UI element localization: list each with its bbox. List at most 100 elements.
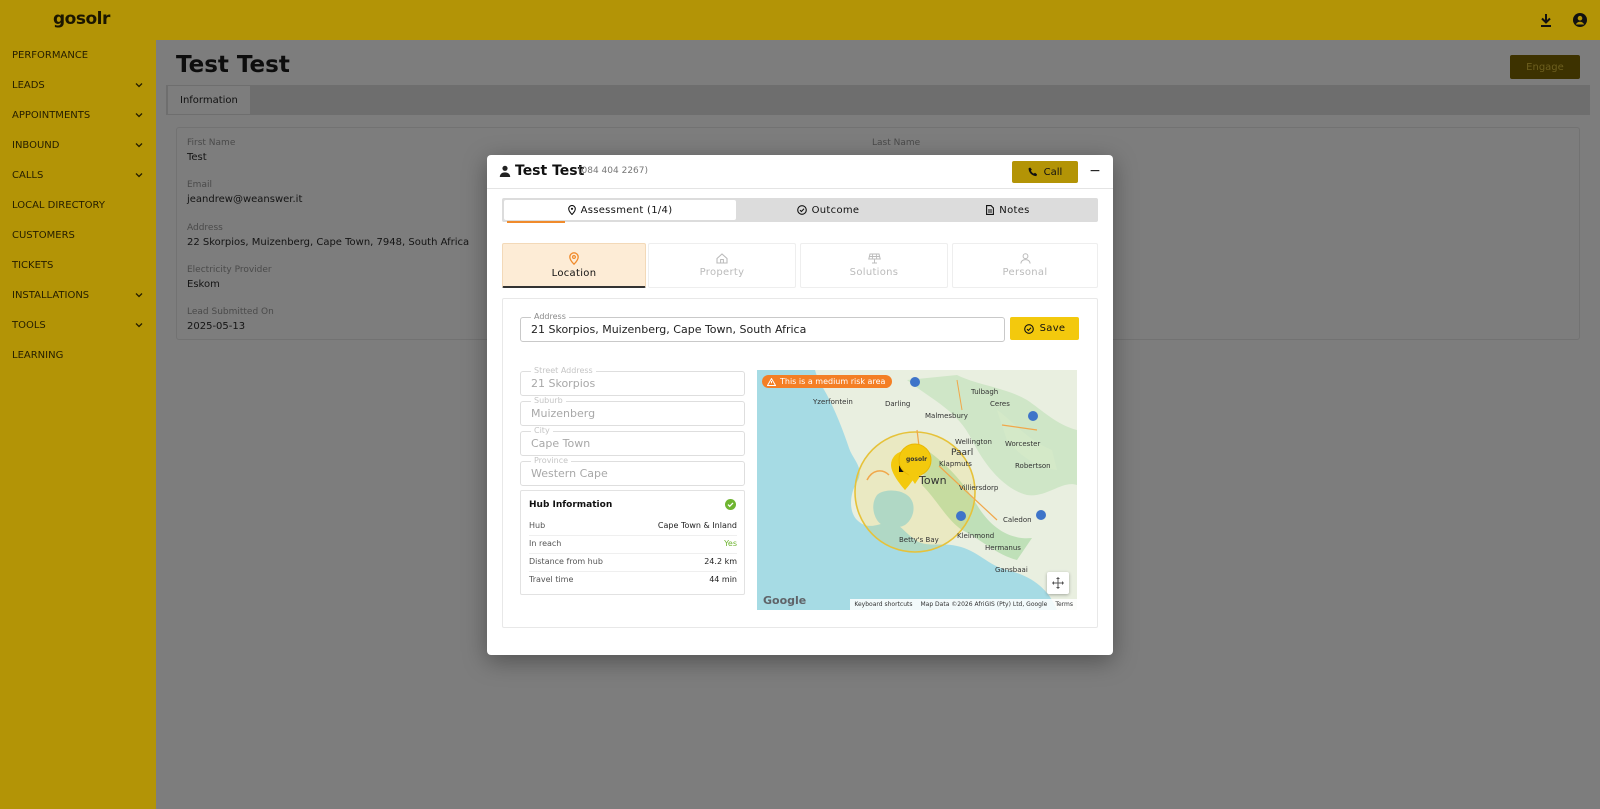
top-bar: gosolr <box>0 0 1600 40</box>
sidebar-item-installations[interactable]: INSTALLATIONS <box>0 280 156 310</box>
chevron-down-icon <box>135 293 143 298</box>
map-attribution: Keyboard shortcuts Map Data ©2026 AfriGI… <box>850 599 1077 610</box>
sidebar-item-label: INSTALLATIONS <box>12 289 90 301</box>
sidebar-item-performance[interactable]: PERFORMANCE <box>0 40 156 70</box>
map-place-label: Malmesbury <box>925 412 968 420</box>
map-place-label: Wellington <box>955 438 992 446</box>
medium-risk-badge: This is a medium risk area <box>762 375 893 388</box>
tab-assessment[interactable]: Assessment (1/4) <box>504 200 736 223</box>
map-place-label: Caledon <box>1003 516 1032 524</box>
tab-information[interactable]: Information <box>168 86 250 114</box>
sidebar-item-inbound[interactable]: INBOUND <box>0 130 156 160</box>
hub-row-hub: Hub Cape Town & Inland <box>529 521 737 536</box>
street-address-label: Street Address <box>531 366 596 375</box>
address-input[interactable]: Address 21 Skorpios, Muizenberg, Cape To… <box>520 312 1005 342</box>
sidebar-item-calls[interactable]: CALLS <box>0 160 156 190</box>
google-logo: Google <box>763 594 807 607</box>
phone-icon <box>1028 167 1037 177</box>
map-place-label: Paarl <box>951 448 974 458</box>
submitted-value: 2025-05-13 <box>187 321 246 332</box>
map-place-label: Yzerfontein <box>813 398 853 406</box>
sidebar-item-label: LOCAL DIRECTORY <box>12 199 105 211</box>
person-outline-icon <box>1019 253 1031 264</box>
keyboard-shortcuts-link[interactable]: Keyboard shortcuts <box>854 601 912 608</box>
map-place-label: Klapmuts <box>939 460 972 468</box>
call-button[interactable]: Call <box>1012 161 1078 183</box>
chevron-down-icon <box>135 173 143 178</box>
engage-button[interactable]: Engage <box>1510 55 1580 79</box>
city-field: City Cape Town <box>520 426 745 456</box>
address-input-label: Address <box>531 312 569 321</box>
account-icon[interactable] <box>1570 10 1590 30</box>
suburb-label: Suburb <box>531 396 566 405</box>
email-label: Email <box>187 180 212 190</box>
location-form: Address 21 Skorpios, Muizenberg, Cape To… <box>502 298 1098 628</box>
sidebar-item-tools[interactable]: TOOLS <box>0 310 156 340</box>
sidebar-item-label: PERFORMANCE <box>12 49 89 61</box>
fullscreen-button[interactable] <box>1047 572 1069 594</box>
marker-logo-text: gosolr <box>906 456 928 463</box>
hub-row-value: Yes <box>724 539 737 548</box>
tab-notes[interactable]: Notes <box>920 200 1096 220</box>
street-address-value: 21 Skorpios <box>531 377 596 390</box>
suburb-value: Muizenberg <box>531 407 596 420</box>
chevron-down-icon <box>135 83 143 88</box>
address-field: Address 22 Skorpios, Muizenberg, Cape To… <box>187 223 469 248</box>
map-place-label: Ceres <box>990 400 1010 408</box>
success-check-icon <box>725 499 736 510</box>
sidebar-item-local-directory[interactable]: LOCAL DIRECTORY <box>0 190 156 220</box>
sidebar-item-label: TICKETS <box>12 259 54 271</box>
map-place-label: Tulbagh <box>971 388 999 396</box>
location-map[interactable]: gosolr Yzerfontein Darling Malmesbury Tu… <box>757 370 1077 610</box>
tab-notes-label: Notes <box>999 204 1030 216</box>
sidebar-item-tickets[interactable]: TICKETS <box>0 250 156 280</box>
terms-link[interactable]: Terms <box>1055 601 1073 608</box>
sidebar-item-appointments[interactable]: APPOINTMENTS <box>0 100 156 130</box>
sidebar-item-leads[interactable]: LEADS <box>0 70 156 100</box>
tab-outcome[interactable]: Outcome <box>736 200 920 220</box>
step-property[interactable]: Property <box>648 243 796 288</box>
last-name-label: Last Name <box>872 138 921 148</box>
hub-row-in-reach: In reach Yes <box>529 539 737 554</box>
step-location[interactable]: Location <box>502 243 646 288</box>
modal-lead-phone: (084 404 2267) <box>578 166 649 176</box>
sidebar-item-learning[interactable]: LEARNING <box>0 340 156 370</box>
provider-value: Eskom <box>187 279 220 290</box>
minimize-button[interactable]: − <box>1087 163 1103 179</box>
page-title: Test Test <box>176 52 290 78</box>
step-solutions[interactable]: Solutions <box>800 243 948 288</box>
map-data-credit: Map Data ©2026 AfriGIS (Pty) Ltd, Google <box>920 601 1048 608</box>
tab-assessment-label: Assessment (1/4) <box>580 204 673 216</box>
street-address-field: Street Address 21 Skorpios <box>520 366 745 396</box>
map-place-label: Villiersdorp <box>959 484 999 492</box>
gosolr-logo[interactable]: gosolr <box>53 9 110 29</box>
map-place-label: Hermanus <box>985 544 1021 552</box>
map-place-label: Robertson <box>1015 462 1051 470</box>
step-personal[interactable]: Personal <box>952 243 1098 288</box>
chevron-down-icon <box>135 113 143 118</box>
save-button[interactable]: Save <box>1010 317 1079 340</box>
suburb-field: Suburb Muizenberg <box>520 396 745 426</box>
email-value: jeandrew@weanswer.it <box>187 194 303 205</box>
chevron-down-icon <box>135 143 143 148</box>
sidebar-item-customers[interactable]: CUSTOMERS <box>0 220 156 250</box>
page-tabs: Information <box>166 85 1590 115</box>
map-canvas[interactable] <box>757 370 1077 610</box>
province-label: Province <box>531 456 572 465</box>
hub-row-label: Travel time <box>529 575 574 584</box>
sidebar-item-label: INBOUND <box>12 139 60 151</box>
modal-header: Test Test (084 404 2267) Call − <box>487 155 1113 189</box>
step-location-label: Location <box>551 267 597 279</box>
provider-label: Electricity Provider <box>187 265 272 275</box>
submitted-label: Lead Submitted On <box>187 307 274 317</box>
sidebar: PERFORMANCE LEADS APPOINTMENTS INBOUND CALLS… <box>0 40 156 809</box>
first-name-value: Test <box>187 152 207 163</box>
map-place-label: Town <box>919 474 947 487</box>
sidebar-item-label: TOOLS <box>12 319 46 331</box>
document-icon <box>986 205 995 215</box>
save-label: Save <box>1039 323 1066 334</box>
fullscreen-icon <box>1052 577 1064 589</box>
hub-row-label: Hub <box>529 521 546 530</box>
hub-row-travel-time: Travel time 44 min <box>529 575 737 584</box>
download-icon[interactable] <box>1536 10 1556 30</box>
